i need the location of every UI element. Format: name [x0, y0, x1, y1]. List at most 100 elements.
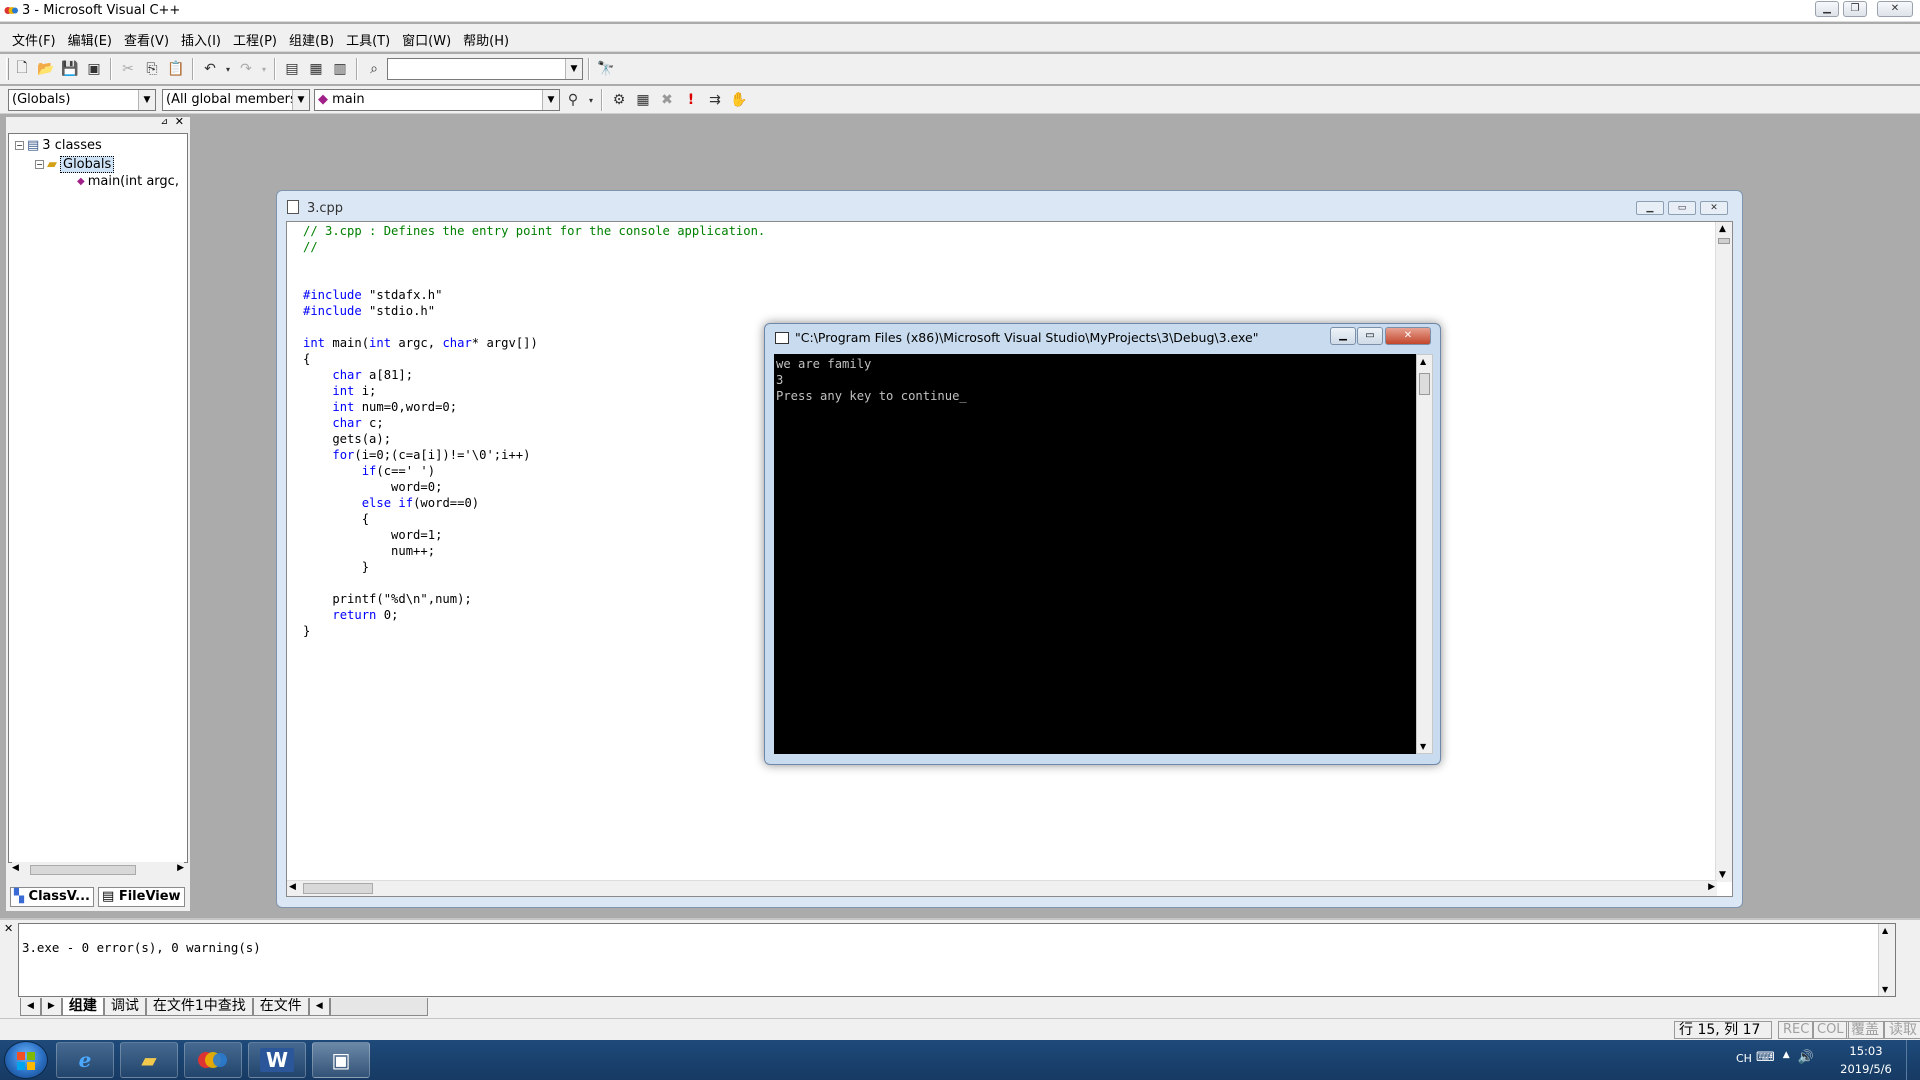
menu-help[interactable]: 帮助(H): [457, 30, 515, 49]
close-button[interactable]: ✕: [1877, 1, 1913, 17]
console-close-button[interactable]: ✕: [1385, 327, 1431, 345]
compile-icon[interactable]: ⚙: [608, 89, 630, 111]
console-output[interactable]: we are family 3 Press any key to continue_: [774, 354, 1416, 754]
redo-dropdown-icon[interactable]: ▾: [259, 58, 269, 80]
editor-minimize-button[interactable]: ▁: [1636, 201, 1664, 215]
tab-scroll-right-icon[interactable]: ▶: [40, 998, 62, 1016]
execute-icon[interactable]: !: [680, 89, 702, 111]
minimize-button[interactable]: ▁: [1815, 1, 1839, 17]
show-desktop-button[interactable]: [1906, 1040, 1920, 1080]
start-button[interactable]: [4, 1041, 48, 1079]
save-icon[interactable]: 💾: [59, 58, 81, 80]
undo-icon[interactable]: ↶: [199, 58, 221, 80]
redo-icon[interactable]: ↷: [235, 58, 257, 80]
cut-icon[interactable]: ✂: [117, 58, 139, 80]
collapse-icon[interactable]: −: [35, 160, 44, 169]
window-list-icon[interactable]: ▥: [329, 58, 351, 80]
editor-title-bar[interactable]: 3.cpp ▁ ▭ ✕: [277, 191, 1742, 221]
close-icon[interactable]: ✕: [4, 922, 13, 935]
scroll-left-icon[interactable]: ◀: [12, 863, 19, 873]
filter-combo[interactable]: (All global members ▼: [162, 89, 310, 111]
menu-project[interactable]: 工程(P): [227, 30, 283, 49]
search-binoculars-icon[interactable]: 🔭: [595, 58, 617, 80]
menu-window[interactable]: 窗口(W): [396, 30, 457, 49]
editor-close-button[interactable]: ✕: [1700, 201, 1728, 215]
scroll-thumb[interactable]: [1419, 373, 1430, 395]
scroll-right-icon[interactable]: ▶: [177, 863, 184, 873]
tab-build[interactable]: 组建: [61, 998, 104, 1016]
dock-icon[interactable]: ⊿: [160, 117, 168, 127]
taskbar-explorer-button[interactable]: ▰: [120, 1042, 178, 1078]
tab-find-in-files-2[interactable]: 在文件: [252, 998, 309, 1016]
console-vscrollbar[interactable]: ▲ ▼: [1416, 354, 1433, 754]
tab-classview[interactable]: ▚ ClassV...: [10, 887, 94, 907]
class-tree[interactable]: − ▤ 3 classes − ▰ Globals ◆ main(int arg…: [8, 133, 188, 863]
output-text-area[interactable]: 3.exe - 0 error(s), 0 warning(s) ▲ ▼: [18, 923, 1896, 997]
volume-icon[interactable]: 🔊: [1798, 1050, 1814, 1065]
editor-vscrollbar[interactable]: ▲ ▼: [1715, 222, 1732, 882]
taskbar-console-button[interactable]: ▣: [312, 1042, 370, 1078]
scroll-down-icon[interactable]: ▼: [1420, 742, 1426, 751]
menu-edit[interactable]: 编辑(E): [62, 30, 118, 49]
chevron-down-icon[interactable]: ▼: [138, 90, 155, 110]
restore-button[interactable]: ❐: [1843, 1, 1867, 17]
go-icon[interactable]: ⇉: [704, 89, 726, 111]
find-combo[interactable]: ▼: [387, 58, 583, 80]
show-hidden-icons-icon[interactable]: ▲: [1783, 1050, 1790, 1065]
copy-icon[interactable]: ⎘: [141, 58, 163, 80]
chevron-down-icon[interactable]: ▼: [565, 59, 582, 79]
console-minimize-button[interactable]: ▁: [1330, 327, 1356, 345]
tab-fileview[interactable]: ▤ FileView: [98, 887, 185, 907]
chevron-down-icon[interactable]: ▼: [292, 90, 309, 110]
scroll-thumb[interactable]: [1718, 238, 1730, 244]
console-maximize-button[interactable]: ▭: [1357, 327, 1383, 345]
toolbar-grip[interactable]: [6, 58, 9, 80]
paste-icon[interactable]: 📋: [165, 58, 187, 80]
workspace-hscrollbar[interactable]: ◀ ▶: [12, 862, 184, 878]
title-bar[interactable]: 3 - Microsoft Visual C++ ▁ ❐ ✕: [0, 0, 1920, 22]
menu-file[interactable]: 文件(F): [6, 30, 62, 49]
taskbar-word-button[interactable]: W: [248, 1042, 306, 1078]
tab-debug[interactable]: 调试: [103, 998, 146, 1016]
menu-insert[interactable]: 插入(I): [175, 30, 227, 49]
tree-item-main[interactable]: ◆ main(int argc,: [77, 174, 179, 189]
scroll-down-icon[interactable]: ▼: [1882, 985, 1888, 994]
console-window[interactable]: "C:\Program Files (x86)\Microsoft Visual…: [764, 323, 1441, 765]
scroll-up-icon[interactable]: ▲: [1420, 357, 1426, 366]
clock-time[interactable]: 15:03: [1836, 1044, 1896, 1058]
tab-scroll-left-icon[interactable]: ◀: [308, 998, 330, 1016]
taskbar-visual-cpp-button[interactable]: [184, 1042, 242, 1078]
class-combo[interactable]: (Globals) ▼: [8, 89, 156, 111]
wizard-action-icon[interactable]: ⚲: [562, 89, 584, 111]
wizard-action-dropdown-icon[interactable]: ▾: [586, 89, 596, 111]
menu-build[interactable]: 组建(B): [283, 30, 340, 49]
keyboard-icon[interactable]: ⌨: [1756, 1050, 1775, 1065]
taskbar-ie-button[interactable]: ℯ: [56, 1042, 114, 1078]
output-window-icon[interactable]: ▦: [305, 58, 327, 80]
scroll-right-icon[interactable]: ▶: [1708, 882, 1715, 892]
open-folder-icon[interactable]: 📂: [35, 58, 57, 80]
editor-hscrollbar[interactable]: ◀ ▶: [287, 880, 1717, 896]
scroll-thumb[interactable]: [303, 883, 373, 894]
tab-scroll-left-icon[interactable]: ◀: [20, 998, 41, 1016]
output-vscrollbar[interactable]: ▲ ▼: [1878, 924, 1895, 996]
input-language[interactable]: CH: [1736, 1052, 1752, 1065]
tab-find-in-files-1[interactable]: 在文件1中查找: [145, 998, 253, 1016]
new-file-icon[interactable]: 🗋: [11, 58, 33, 80]
workspace-icon[interactable]: ▤: [281, 58, 303, 80]
save-all-icon[interactable]: ▣: [83, 58, 105, 80]
menu-tools[interactable]: 工具(T): [340, 30, 396, 49]
tree-item-classes[interactable]: − ▤ 3 classes: [15, 138, 102, 153]
breakpoint-hand-icon[interactable]: ✋: [728, 89, 750, 111]
editor-maximize-button[interactable]: ▭: [1668, 201, 1696, 215]
build-icon[interactable]: ▦: [632, 89, 654, 111]
undo-dropdown-icon[interactable]: ▾: [223, 58, 233, 80]
stop-build-icon[interactable]: ✖: [656, 89, 678, 111]
tree-item-globals[interactable]: − ▰ Globals: [35, 156, 115, 173]
output-hscrollbar[interactable]: [329, 998, 428, 1016]
scroll-up-icon[interactable]: ▲: [1719, 224, 1726, 234]
collapse-icon[interactable]: −: [15, 141, 24, 150]
chevron-down-icon[interactable]: ▼: [542, 90, 559, 110]
close-icon[interactable]: ✕: [175, 115, 184, 128]
member-combo[interactable]: ◆ main ▼: [314, 89, 560, 111]
